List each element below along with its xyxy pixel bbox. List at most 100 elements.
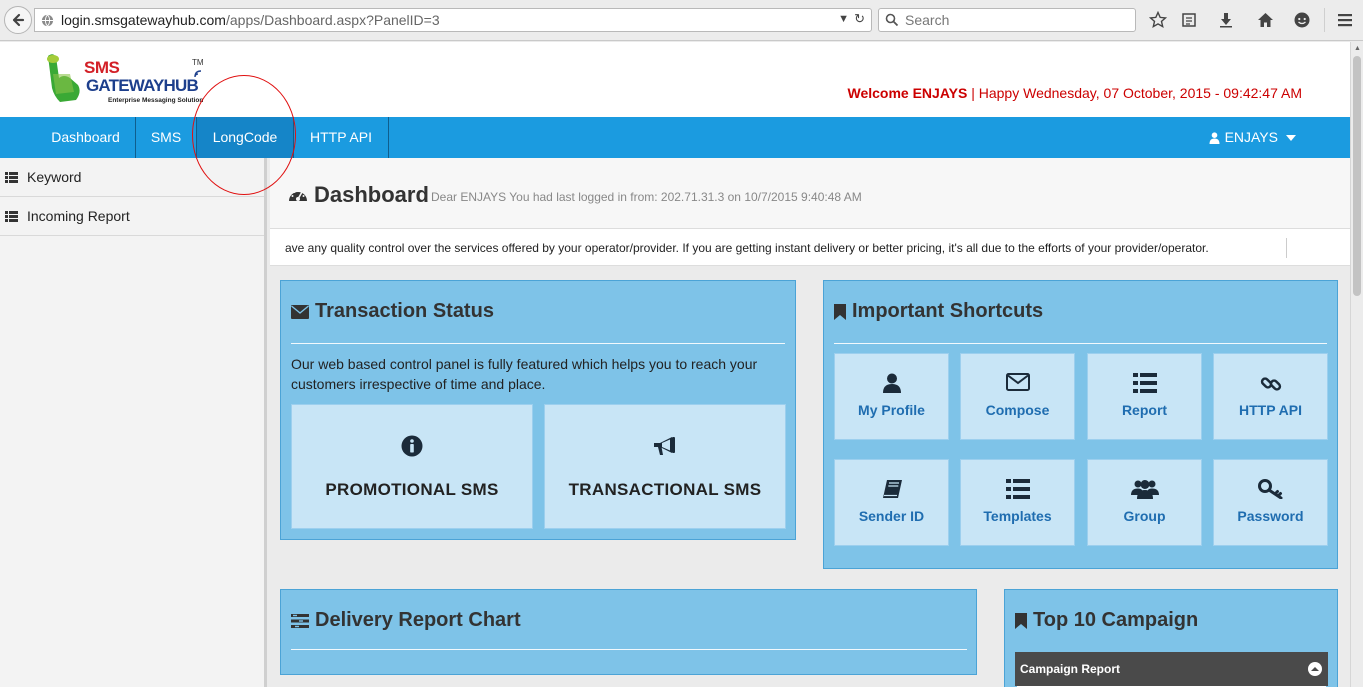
globe-icon [41, 13, 55, 27]
panel-description: Our web based control panel is fully fea… [291, 356, 758, 392]
shortcut-group[interactable]: Group [1087, 459, 1202, 546]
promotional-sms-button[interactable]: PROMOTIONAL SMS [291, 404, 533, 529]
nav-longcode[interactable]: LongCode [197, 117, 293, 158]
bookmark-icon [834, 303, 846, 320]
promotional-sms-label: PROMOTIONAL SMS [325, 480, 499, 499]
list-icon [961, 479, 1074, 499]
key-icon [1214, 479, 1327, 499]
shortcut-sender-id[interactable]: Sender ID [834, 459, 949, 546]
dashboard-header: Dashboard Dear ENJAYS You had last logge… [270, 158, 1350, 228]
menu-hamburger-icon[interactable] [1335, 10, 1355, 30]
envelope-icon [291, 304, 309, 319]
user-menu-dropdown[interactable]: ENJAYS [1209, 117, 1296, 158]
welcome-message: Welcome ENJAYS | Happy Wednesday, 07 Oct… [847, 85, 1302, 101]
shortcut-label: Sender ID [858, 508, 925, 524]
nav-dashboard[interactable]: Dashboard [36, 117, 135, 158]
back-button[interactable] [4, 6, 32, 34]
nav-divider [388, 117, 389, 158]
url-path: /apps/Dashboard.aspx?PanelID=3 [225, 12, 440, 28]
shortcut-label: Group [1123, 508, 1166, 524]
shortcut-report[interactable]: Report [1087, 353, 1202, 440]
bookmark-icon [1015, 612, 1027, 629]
users-group-icon [1088, 479, 1201, 499]
reading-list-icon[interactable] [1179, 10, 1199, 30]
welcome-datetime: Happy Wednesday, 07 October, 2015 - 09:4… [978, 85, 1302, 101]
reload-icon[interactable]: ↻ [854, 11, 865, 27]
sidebar-item-label: Incoming Report [27, 208, 130, 224]
url-host: login.smsgatewayhub.com [61, 12, 226, 28]
browser-search-input[interactable]: Search [878, 8, 1136, 32]
bookmark-star-icon[interactable] [1148, 10, 1168, 30]
welcome-separator: | [967, 85, 979, 101]
collapse-toggle-icon[interactable] [1308, 662, 1322, 676]
search-icon [885, 13, 899, 27]
last-login-info: Dear ENJAYS You had last logged in from:… [431, 190, 862, 204]
panel-title-text: Transaction Status [315, 300, 494, 322]
shortcut-templates[interactable]: Templates [960, 459, 1075, 546]
list-icon [0, 171, 27, 183]
shortcut-http-api[interactable]: HTTP API [1213, 353, 1328, 440]
list-icon [0, 210, 27, 222]
chat-icon[interactable] [1292, 10, 1312, 30]
envelope-outline-icon [961, 373, 1074, 391]
sidebar-item-incoming-report[interactable]: Incoming Report [0, 197, 264, 236]
info-icon [292, 435, 532, 457]
tasks-list-icon [291, 613, 309, 628]
transactional-sms-label: TRANSACTIONAL SMS [568, 480, 762, 499]
shortcut-my-profile[interactable]: My Profile [834, 353, 949, 440]
back-arrow-icon [12, 13, 25, 27]
shortcut-password[interactable]: Password [1213, 459, 1328, 546]
url-text: login.smsgatewayhub.com/apps/Dashboard.a… [61, 12, 440, 28]
address-bar[interactable]: login.smsgatewayhub.com/apps/Dashboard.a… [34, 8, 872, 32]
delivery-report-chart-panel: Delivery Report Chart [280, 589, 977, 675]
logo-gateway-text: GATEWAYHUB [86, 76, 199, 95]
logo-hand-icon [47, 54, 80, 102]
nav-sms[interactable]: SMS [136, 117, 196, 158]
news-ticker: ave any quality control over the service… [270, 228, 1350, 266]
caret-down-icon [1286, 134, 1296, 141]
campaign-report-label: Campaign Report [1020, 662, 1121, 676]
nav-http-api[interactable]: HTTP API [294, 117, 388, 158]
transactional-sms-button[interactable]: TRANSACTIONAL SMS [544, 404, 786, 529]
download-icon[interactable] [1216, 10, 1236, 30]
page-scrollbar[interactable]: ▲ [1350, 42, 1363, 687]
transaction-status-panel: Transaction Status Our web based control… [280, 280, 796, 540]
panel-title: Top 10 Campaign [1015, 609, 1198, 632]
user-icon [835, 373, 948, 393]
page-header: SMS GATEWAYHUB TM Enterprise Messaging S… [0, 42, 1350, 117]
shortcut-compose[interactable]: Compose [960, 353, 1075, 440]
shortcut-label: Password [1237, 508, 1304, 524]
book-icon [835, 479, 948, 499]
sidebar: Keyword Incoming Report [0, 158, 267, 687]
important-shortcuts-panel: Important Shortcuts My Profile Compose R… [823, 280, 1338, 569]
logo-sms-text: SMS [84, 58, 120, 77]
megaphone-icon [545, 435, 785, 457]
ticker-divider [1286, 238, 1287, 258]
page-title-text: Dashboard [314, 182, 429, 207]
campaign-report-header[interactable]: Campaign Report [1015, 652, 1328, 686]
browser-toolbar: login.smsgatewayhub.com/apps/Dashboard.a… [0, 0, 1363, 41]
panel-title-text: Top 10 Campaign [1033, 609, 1199, 631]
ticker-text: ave any quality control over the service… [285, 241, 1209, 255]
shortcut-label: Templates [983, 508, 1052, 524]
scrollbar-thumb[interactable] [1353, 56, 1361, 296]
scroll-up-arrow-icon[interactable]: ▲ [1354, 45, 1361, 52]
main-content: Dashboard Dear ENJAYS You had last logge… [270, 158, 1350, 687]
logo-tagline: Enterprise Messaging Solution [108, 97, 204, 104]
sidebar-item-keyword[interactable]: Keyword [0, 158, 264, 197]
panel-title-text: Delivery Report Chart [315, 609, 521, 631]
shortcut-label: Compose [985, 402, 1050, 418]
shortcut-label: HTTP API [1238, 402, 1302, 418]
url-dropdown-icon[interactable]: ▼ [838, 13, 849, 25]
shortcut-label: Report [1121, 402, 1168, 418]
home-icon[interactable] [1255, 10, 1275, 30]
smsgatewayhub-logo[interactable]: SMS GATEWAYHUB TM Enterprise Messaging S… [44, 52, 214, 110]
panel-title: Important Shortcuts [834, 300, 1043, 323]
dashboard-gauge-icon [289, 189, 307, 201]
panel-divider [834, 343, 1327, 344]
logo-signal-icon [194, 70, 202, 78]
user-menu-label: ENJAYS [1224, 129, 1278, 145]
panel-divider [291, 649, 967, 650]
list-icon [1088, 373, 1201, 393]
toolbar-separator [1324, 8, 1325, 32]
